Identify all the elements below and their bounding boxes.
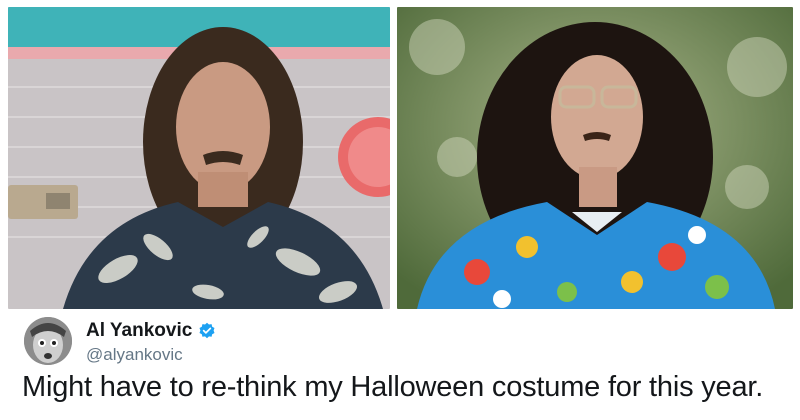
photo-right-illustration bbox=[397, 7, 793, 309]
verified-badge-icon bbox=[198, 322, 216, 340]
tweet-text: Might have to re-think my Halloween cost… bbox=[22, 371, 764, 403]
tweet-card: Al Yankovic @alyankovic Might have to re… bbox=[8, 309, 793, 413]
name-row: Al Yankovic bbox=[86, 320, 216, 342]
photo-left-illustration bbox=[8, 7, 390, 309]
photo-left bbox=[8, 7, 390, 309]
display-name[interactable]: Al Yankovic bbox=[86, 320, 192, 342]
avatar[interactable] bbox=[24, 317, 72, 365]
photo-right bbox=[397, 7, 793, 309]
user-handle[interactable]: @alyankovic bbox=[86, 345, 183, 365]
avatar-image bbox=[24, 317, 72, 365]
